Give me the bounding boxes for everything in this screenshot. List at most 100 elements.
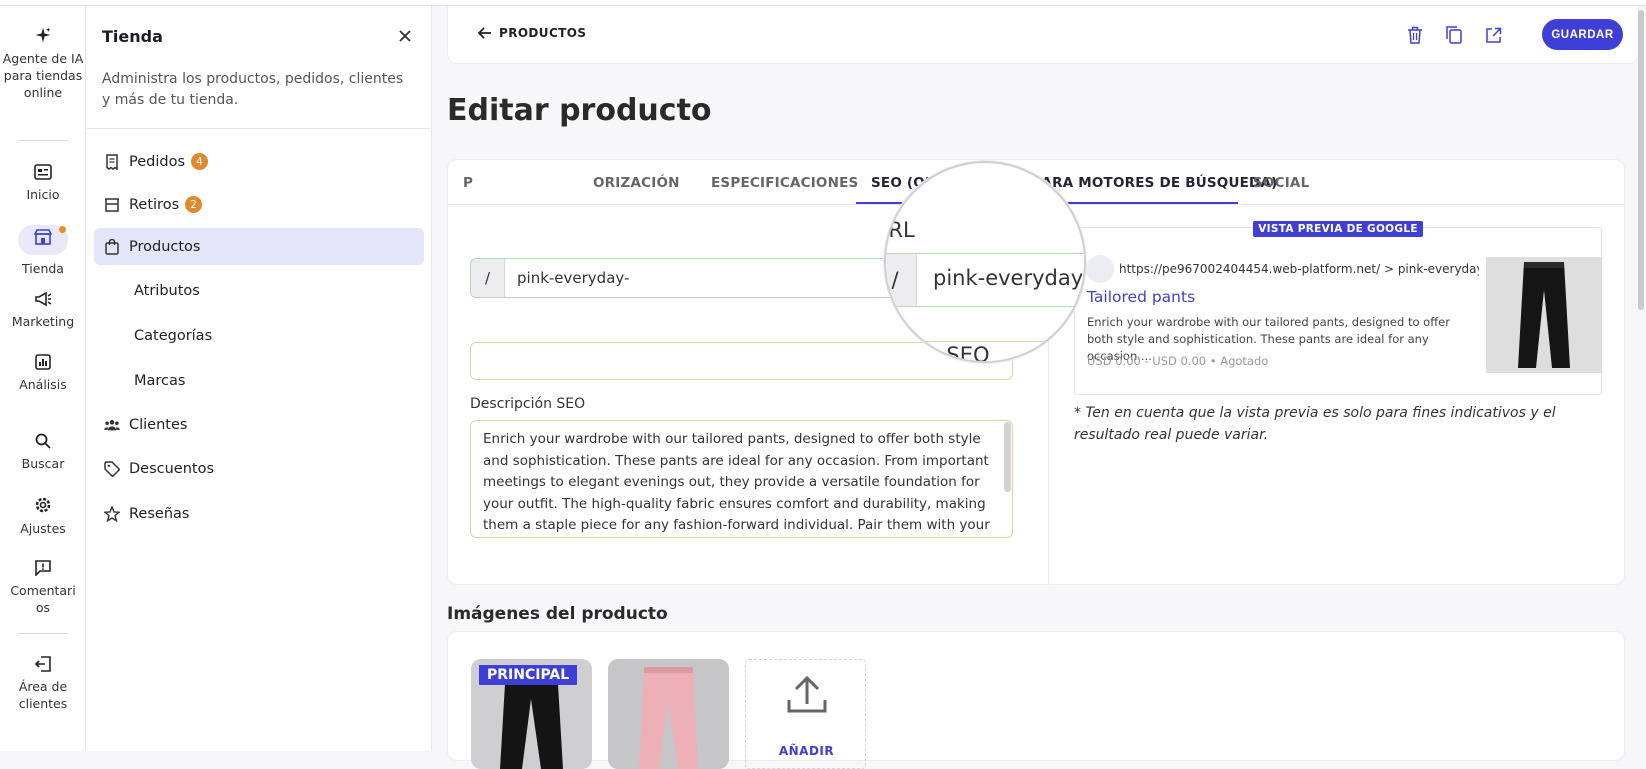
nav-item-pickups[interactable]: Retiros 2	[94, 186, 424, 223]
favicon-placeholder	[1086, 255, 1114, 283]
url-prefix: /	[471, 259, 505, 297]
magnified-url-value: pink-everyday-	[933, 266, 1086, 290]
nav-item-categories[interactable]: Categorías	[94, 317, 424, 354]
page-scrollbar[interactable]	[1638, 10, 1644, 310]
nav-label: Productos	[129, 238, 201, 255]
upload-icon	[787, 675, 827, 713]
rail-label-search: Buscar	[21, 456, 65, 471]
rail-divider	[18, 633, 68, 634]
rail-label-home: Inicio	[26, 187, 60, 202]
rail-item-store[interactable]: Tienda	[0, 225, 86, 277]
external-link-icon	[1485, 27, 1501, 43]
megaphone-icon	[35, 291, 52, 307]
open-external-button[interactable]	[1482, 24, 1504, 46]
duplicate-button[interactable]	[1443, 24, 1465, 46]
seo-description-label: Descripción SEO	[470, 396, 586, 412]
nav-item-customers[interactable]: Clientes	[94, 406, 424, 443]
magnified-url-prefix: /	[886, 254, 917, 306]
rail-label-analytics: Análisis	[19, 377, 67, 392]
tab-general[interactable]: P	[463, 175, 473, 191]
close-icon	[399, 30, 411, 42]
copy-icon	[1446, 26, 1462, 44]
magnified-url-label: URL	[886, 218, 915, 242]
nav-label: Descuentos	[129, 460, 215, 477]
google-preview-tag: VISTA PREVIA DE GOOGLE	[1074, 217, 1602, 237]
rail-label-client-area: Área de clientes	[18, 679, 68, 711]
preview-disclaimer: * Ten en cuenta que la vista previa es s…	[1074, 405, 1556, 443]
url-input-value: pink-everyday-	[517, 269, 630, 287]
receipt-icon	[104, 153, 120, 170]
rail-active-indicator	[18, 225, 68, 255]
product-image-main[interactable]: PRINCIPAL	[471, 659, 592, 769]
chart-icon	[35, 354, 51, 370]
store-icon	[34, 229, 52, 245]
textarea-scrollbar[interactable]	[1004, 422, 1011, 492]
star-icon	[104, 505, 120, 522]
delete-button[interactable]	[1404, 24, 1426, 46]
feedback-icon	[35, 560, 51, 576]
magnified-url-field: / pink-everyday-	[886, 253, 1086, 307]
nav-label: Pedidos	[129, 153, 186, 170]
product-images-title: Imágenes del producto	[447, 604, 668, 624]
add-image-label: AÑADIR	[778, 744, 835, 758]
preview-title: Tailored pants	[1087, 288, 1196, 306]
pink-pants-image	[639, 667, 698, 769]
nav-item-attributes[interactable]: Atributos	[94, 272, 424, 309]
rail-item-analytics[interactable]: Análisis	[0, 354, 86, 393]
principal-badge: PRINCIPAL	[479, 665, 578, 685]
close-panel-button[interactable]	[395, 26, 415, 46]
rail-label-settings: Ajustes	[20, 521, 66, 536]
rail-item-settings[interactable]: Ajustes	[0, 496, 86, 537]
users-icon	[104, 417, 120, 433]
search-icon	[35, 433, 51, 449]
rail-item-search[interactable]: Buscar	[0, 433, 86, 472]
back-to-products-link[interactable]: PRODUCTOS	[478, 26, 586, 40]
magnified-seo-title-label: lo SEO	[921, 343, 990, 363]
save-button[interactable]: GUARDAR	[1542, 19, 1623, 50]
nav-label: Reseñas	[129, 505, 190, 522]
shopping-bag-icon	[104, 238, 120, 255]
tab-specifications[interactable]: ESPECIFICACIONES	[711, 175, 858, 191]
add-image-button[interactable]: AÑADIR	[745, 659, 866, 769]
nav-label: Marcas	[134, 372, 186, 389]
rail-item-home[interactable]: Inicio	[0, 164, 86, 203]
preview-product-image	[1486, 257, 1602, 373]
home-dashboard-icon	[34, 164, 52, 180]
tab-customization[interactable]: ORIZACIÓN	[593, 175, 680, 191]
product-image-pink[interactable]	[608, 659, 729, 769]
nav-label: Categorías	[134, 327, 213, 344]
seo-description-field[interactable]: Enrich your wardrobe with our tailored p…	[470, 420, 1013, 538]
rail-divider	[18, 140, 68, 141]
nav-label: Clientes	[129, 416, 188, 433]
pickups-count-badge: 2	[185, 196, 203, 213]
tag-icon	[104, 460, 120, 477]
sparkle-icon	[35, 27, 51, 43]
product-images-card: PRINCIPAL AÑADIR	[447, 631, 1625, 769]
rail-item-ai-agent[interactable]: Agente de IA para tiendas online	[0, 26, 86, 101]
nav-item-discounts[interactable]: Descuentos	[94, 450, 424, 487]
nav-item-products[interactable]: Productos	[94, 228, 424, 265]
nav-item-reviews[interactable]: Reseñas	[94, 495, 424, 532]
nav-label: Retiros	[129, 196, 180, 213]
page-title: Editar producto	[447, 93, 712, 128]
rail-label-ai-agent: Agente de IA para tiendas online	[2, 51, 84, 100]
back-label: PRODUCTOS	[499, 26, 587, 40]
tab-social[interactable]: SOCIAL	[1253, 175, 1309, 191]
rail-item-marketing[interactable]: Marketing	[0, 291, 86, 330]
rail-item-client-area[interactable]: Área de clientes	[0, 656, 86, 712]
google-preview-box: https://pe967002404454.web-platform.net/…	[1074, 227, 1602, 395]
store-panel: Tienda Administra los productos, pedidos…	[87, 6, 432, 751]
pickup-store-icon	[104, 197, 120, 213]
magnifier-lens: URL / pink-everyday- lo SEO	[884, 161, 1086, 363]
icon-rail: Agente de IA para tiendas online Inicio …	[0, 6, 86, 751]
preview-price: USD 0.00 - USD 0.00 • Agotado	[1087, 354, 1269, 368]
logout-icon	[34, 656, 51, 672]
rail-item-feedback[interactable]: Comentarios	[0, 560, 86, 616]
nav-item-orders[interactable]: Pedidos 4	[94, 143, 424, 180]
preview-url: https://pe967002404454.web-platform.net/…	[1119, 262, 1479, 276]
nav-item-brands[interactable]: Marcas	[94, 362, 424, 399]
notification-dot	[59, 226, 66, 233]
panel-divider	[87, 128, 432, 129]
pants-image	[1518, 262, 1570, 368]
seo-description-value: Enrich your wardrobe with our tailored p…	[483, 431, 990, 533]
